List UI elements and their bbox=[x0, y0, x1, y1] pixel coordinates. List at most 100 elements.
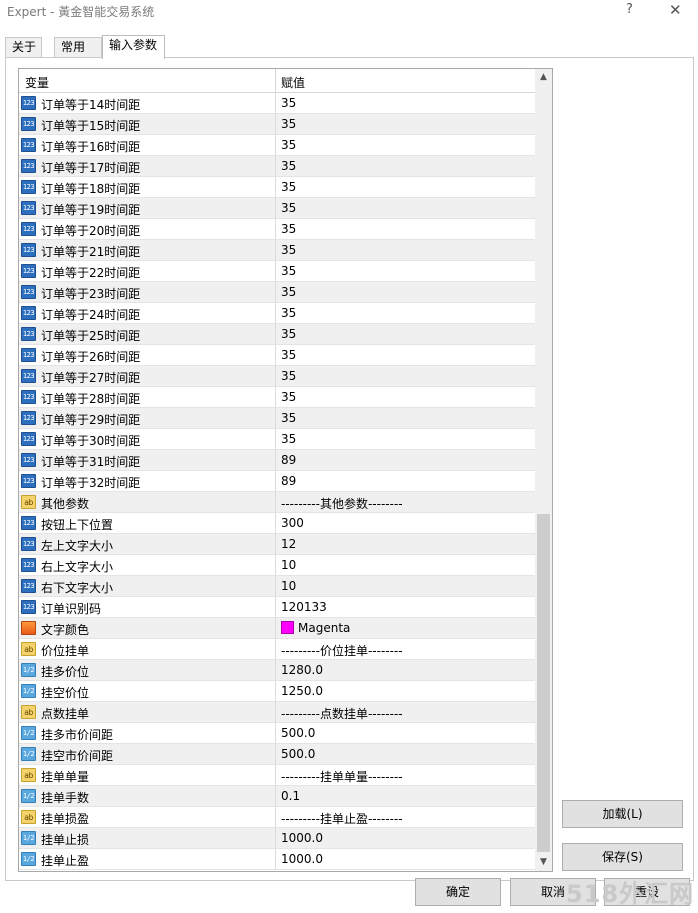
parameter-name: 挂单损盈 bbox=[41, 812, 90, 826]
tab-about[interactable]: 关于 bbox=[5, 37, 42, 58]
parameter-value[interactable]: 300 bbox=[281, 516, 304, 530]
parameter-value[interactable]: 35 bbox=[281, 222, 296, 236]
tab-common[interactable]: 常用 bbox=[54, 37, 102, 58]
parameter-value[interactable]: 12 bbox=[281, 537, 296, 551]
parameter-row[interactable]: 1/2 挂单止盈 1000.0 bbox=[19, 849, 535, 870]
parameter-row[interactable]: 123 订单等于20时间距 35 bbox=[19, 219, 535, 240]
parameter-row[interactable]: ab 其他参数 ---------其他参数-------- bbox=[19, 492, 535, 513]
parameter-value[interactable]: 89 bbox=[281, 453, 296, 467]
close-icon[interactable]: ✕ bbox=[669, 1, 682, 19]
integer-type-icon: 123 bbox=[21, 348, 36, 362]
parameter-row[interactable]: 123 订单等于15时间距 35 bbox=[19, 114, 535, 135]
scrollbar-thumb[interactable] bbox=[537, 514, 550, 852]
parameter-row[interactable]: 123 左上文字大小 12 bbox=[19, 534, 535, 555]
parameter-value[interactable]: 35 bbox=[281, 369, 296, 383]
parameter-row[interactable]: 1/2 挂空市价间距 500.0 bbox=[19, 744, 535, 765]
parameter-value[interactable]: 120133 bbox=[281, 600, 327, 614]
parameter-row[interactable]: 123 订单等于24时间距 35 bbox=[19, 303, 535, 324]
parameter-value[interactable]: 0.1 bbox=[281, 789, 300, 803]
parameter-row[interactable]: 123 右上文字大小 10 bbox=[19, 555, 535, 576]
parameter-row[interactable]: 123 订单等于28时间距 35 bbox=[19, 387, 535, 408]
color-swatch[interactable] bbox=[281, 621, 294, 634]
parameter-row[interactable]: 123 订单等于18时间距 35 bbox=[19, 177, 535, 198]
parameter-value[interactable]: 10 bbox=[281, 579, 296, 593]
column-separator bbox=[275, 366, 276, 387]
parameter-value[interactable]: 35 bbox=[281, 327, 296, 341]
parameter-value[interactable]: 89 bbox=[281, 474, 296, 488]
parameter-value[interactable]: 10 bbox=[281, 558, 296, 572]
ok-button[interactable]: 确定 bbox=[415, 878, 501, 906]
parameter-value[interactable]: 500.0 bbox=[281, 726, 315, 740]
parameter-value[interactable]: 35 bbox=[281, 411, 296, 425]
tab-inputs[interactable]: 输入参数 bbox=[102, 35, 165, 59]
parameter-row[interactable]: 1/2 挂多市价间距 500.0 bbox=[19, 723, 535, 744]
parameter-row[interactable]: ab 挂单损盈 ---------挂单止盈-------- bbox=[19, 807, 535, 828]
scroll-down-icon[interactable]: ▼ bbox=[535, 854, 552, 871]
parameter-value[interactable]: Magenta bbox=[281, 621, 350, 635]
column-divider[interactable] bbox=[275, 69, 276, 93]
parameter-value[interactable]: 1000.0 bbox=[281, 831, 323, 845]
parameter-value[interactable]: ---------价位挂单-------- bbox=[281, 642, 403, 659]
integer-type-icon: 123 bbox=[21, 390, 36, 404]
parameter-value[interactable]: 1280.0 bbox=[281, 663, 323, 677]
parameter-row[interactable]: 123 订单等于27时间距 35 bbox=[19, 366, 535, 387]
parameter-value[interactable]: ---------挂单单量-------- bbox=[281, 768, 403, 785]
parameter-value[interactable]: 35 bbox=[281, 285, 296, 299]
parameter-row[interactable]: 123 订单等于22时间距 35 bbox=[19, 261, 535, 282]
parameter-value[interactable]: 35 bbox=[281, 138, 296, 152]
column-header-variable[interactable]: 变量 bbox=[25, 74, 49, 91]
parameter-row[interactable]: 123 订单等于29时间距 35 bbox=[19, 408, 535, 429]
parameter-row[interactable]: 1/2 挂空价位 1250.0 bbox=[19, 681, 535, 702]
parameter-row[interactable]: 123 订单等于31时间距 89 bbox=[19, 450, 535, 471]
parameter-row[interactable]: 123 订单等于21时间距 35 bbox=[19, 240, 535, 261]
parameter-value[interactable]: 35 bbox=[281, 306, 296, 320]
parameter-row[interactable]: 123 订单等于14时间距 35 bbox=[19, 93, 535, 114]
integer-type-icon: 123 bbox=[21, 579, 36, 593]
parameter-row[interactable]: 文字颜色 Magenta bbox=[19, 618, 535, 639]
parameter-value[interactable]: ---------挂单止盈-------- bbox=[281, 810, 403, 827]
parameter-row[interactable]: ab 点数挂单 ---------点数挂单-------- bbox=[19, 702, 535, 723]
column-separator bbox=[275, 261, 276, 282]
parameter-row[interactable]: 1/2 挂单手数 0.1 bbox=[19, 786, 535, 807]
parameter-row[interactable]: 1/2 挂单止损 1000.0 bbox=[19, 828, 535, 849]
scroll-up-icon[interactable]: ▲ bbox=[535, 69, 552, 86]
save-button[interactable]: 保存(S) bbox=[562, 843, 683, 871]
parameter-value[interactable]: 500.0 bbox=[281, 747, 315, 761]
parameter-value[interactable]: 35 bbox=[281, 243, 296, 257]
parameter-value[interactable]: 35 bbox=[281, 264, 296, 278]
parameter-value[interactable]: 35 bbox=[281, 201, 296, 215]
help-icon[interactable]: ? bbox=[626, 2, 633, 17]
parameter-row[interactable]: 123 订单等于23时间距 35 bbox=[19, 282, 535, 303]
parameter-row[interactable]: 123 订单等于32时间距 89 bbox=[19, 471, 535, 492]
parameter-value[interactable]: ---------点数挂单-------- bbox=[281, 705, 403, 722]
column-separator bbox=[275, 114, 276, 135]
parameter-row[interactable]: 123 右下文字大小 10 bbox=[19, 576, 535, 597]
parameter-row[interactable]: ab 价位挂单 ---------价位挂单-------- bbox=[19, 639, 535, 660]
column-separator bbox=[275, 177, 276, 198]
parameter-value[interactable]: 35 bbox=[281, 432, 296, 446]
column-separator bbox=[275, 324, 276, 345]
parameter-value[interactable]: 1000.0 bbox=[281, 852, 323, 866]
parameter-value[interactable]: 35 bbox=[281, 390, 296, 404]
parameter-row[interactable]: 123 订单等于16时间距 35 bbox=[19, 135, 535, 156]
parameter-value[interactable]: 35 bbox=[281, 96, 296, 110]
parameter-value[interactable]: 35 bbox=[281, 180, 296, 194]
parameter-row[interactable]: 123 订单识别码 120133 bbox=[19, 597, 535, 618]
parameter-value[interactable]: 35 bbox=[281, 348, 296, 362]
parameter-row[interactable]: 1/2 挂多价位 1280.0 bbox=[19, 660, 535, 681]
parameter-row[interactable]: ab 挂单单量 ---------挂单单量-------- bbox=[19, 765, 535, 786]
parameter-value[interactable]: 35 bbox=[281, 117, 296, 131]
parameter-row[interactable]: 123 订单等于25时间距 35 bbox=[19, 324, 535, 345]
vertical-scrollbar[interactable]: ▲ ▼ bbox=[535, 69, 552, 871]
parameter-value[interactable]: ---------其他参数-------- bbox=[281, 495, 403, 512]
parameter-value[interactable]: 35 bbox=[281, 159, 296, 173]
parameter-row[interactable]: 123 按钮上下位置 300 bbox=[19, 513, 535, 534]
parameter-row[interactable]: 123 订单等于19时间距 35 bbox=[19, 198, 535, 219]
parameter-row[interactable]: 123 订单等于26时间距 35 bbox=[19, 345, 535, 366]
parameter-value[interactable]: 1250.0 bbox=[281, 684, 323, 698]
parameter-row[interactable]: 123 订单等于17时间距 35 bbox=[19, 156, 535, 177]
parameter-name: 挂多价位 bbox=[41, 665, 90, 679]
parameter-row[interactable]: 123 订单等于30时间距 35 bbox=[19, 429, 535, 450]
load-button[interactable]: 加载(L) bbox=[562, 800, 683, 828]
column-header-value[interactable]: 赋值 bbox=[281, 74, 305, 91]
